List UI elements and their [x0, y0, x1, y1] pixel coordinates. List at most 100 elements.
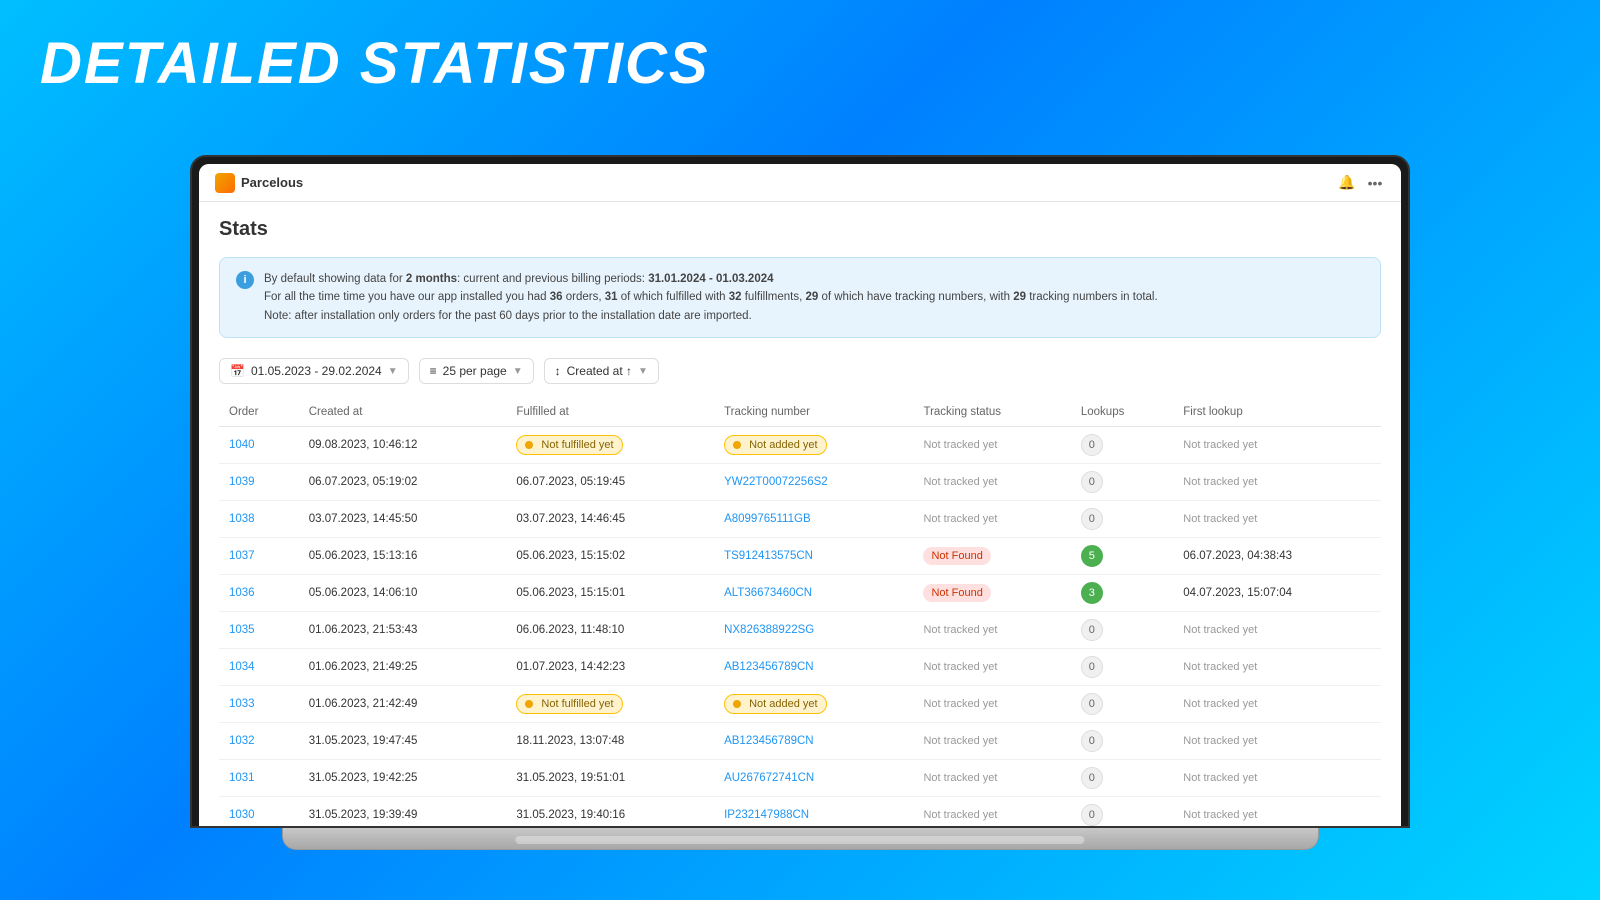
col-first-lookup: First lookup: [1173, 398, 1381, 427]
cell-first-lookup: Not tracked yet: [1173, 760, 1381, 797]
cell-lookups: 0: [1071, 686, 1173, 723]
bell-icon[interactable]: 🔔: [1337, 173, 1357, 193]
cell-fulfilled: 31.05.2023, 19:51:01: [506, 760, 714, 797]
tracking-link[interactable]: AB123456789CN: [724, 661, 814, 673]
cell-created: 31.05.2023, 19:39:49: [299, 797, 507, 826]
cell-created: 01.06.2023, 21:49:25: [299, 649, 507, 686]
cell-lookups: 3: [1071, 575, 1173, 612]
not-tracked-status: Not tracked yet: [923, 735, 997, 747]
first-lookup-not-tracked: Not tracked yet: [1183, 513, 1257, 525]
tracking-link[interactable]: YW22T00072256S2: [724, 476, 828, 488]
cell-fulfilled: 06.07.2023, 05:19:45: [506, 464, 714, 501]
table-header-row: Order Created at Fulfilled at Tracking n…: [219, 398, 1381, 427]
first-lookup-not-tracked: Not tracked yet: [1183, 809, 1257, 821]
not-added-badge: Not added yet: [724, 694, 827, 714]
more-icon[interactable]: •••: [1365, 173, 1385, 193]
tracking-link[interactable]: NX826388922SG: [724, 624, 814, 636]
sort-icon: ↕: [555, 364, 561, 378]
cell-created: 03.07.2023, 14:45:50: [299, 501, 507, 538]
cell-first-lookup: 06.07.2023, 04:38:43: [1173, 538, 1381, 575]
cell-first-lookup: Not tracked yet: [1173, 501, 1381, 538]
not-fulfilled-badge: Not fulfilled yet: [516, 435, 622, 455]
not-tracked-status: Not tracked yet: [923, 772, 997, 784]
first-lookup-not-tracked: Not tracked yet: [1183, 476, 1257, 488]
tracking-link[interactable]: A8099765111GB: [724, 513, 811, 525]
cell-tracking-number: AB123456789CN: [714, 723, 913, 760]
calendar-icon: 📅: [230, 364, 245, 378]
cell-fulfilled: 01.07.2023, 14:42:23: [506, 649, 714, 686]
cell-lookups: 0: [1071, 427, 1173, 464]
order-link[interactable]: 1037: [229, 550, 255, 562]
cell-first-lookup: Not tracked yet: [1173, 797, 1381, 826]
cell-first-lookup: Not tracked yet: [1173, 686, 1381, 723]
lookup-count: 0: [1081, 434, 1103, 456]
order-link[interactable]: 1035: [229, 624, 255, 636]
cell-created: 01.06.2023, 21:53:43: [299, 612, 507, 649]
tracking-link[interactable]: AB123456789CN: [724, 735, 814, 747]
not-tracked-status: Not tracked yet: [923, 698, 997, 710]
tracking-link[interactable]: ALT36673460CN: [724, 587, 812, 599]
lookup-count: 0: [1081, 619, 1103, 641]
cell-created: 09.08.2023, 10:46:12: [299, 427, 507, 464]
order-link[interactable]: 1040: [229, 439, 255, 451]
tracking-link[interactable]: AU267672741CN: [724, 772, 814, 784]
cell-tracking-status: Not tracked yet: [913, 464, 1070, 501]
cell-tracking-number: NX826388922SG: [714, 612, 913, 649]
per-page-label: 25 per page: [443, 364, 507, 378]
app-logo-icon: [215, 173, 235, 193]
order-link[interactable]: 1030: [229, 809, 255, 821]
table-row: 103031.05.2023, 19:39:4931.05.2023, 19:4…: [219, 797, 1381, 826]
cell-order: 1039: [219, 464, 299, 501]
date-range-label: 01.05.2023 - 29.02.2024: [251, 364, 382, 378]
cell-first-lookup: Not tracked yet: [1173, 427, 1381, 464]
chevron-down-icon-3: ▼: [638, 366, 648, 377]
order-link[interactable]: 1034: [229, 661, 255, 673]
order-link[interactable]: 1036: [229, 587, 255, 599]
laptop-mockup: Parcelous 🔔 ••• Stats i By default showi…: [190, 155, 1410, 850]
cell-fulfilled: Not fulfilled yet: [506, 686, 714, 723]
table-row: 103301.06.2023, 21:42:49Not fulfilled ye…: [219, 686, 1381, 723]
cell-lookups: 0: [1071, 464, 1173, 501]
cell-lookups: 0: [1071, 501, 1173, 538]
tracking-link[interactable]: IP232147988CN: [724, 809, 809, 821]
cell-tracking-number: Not added yet: [714, 427, 913, 464]
cell-lookups: 0: [1071, 612, 1173, 649]
order-link[interactable]: 1038: [229, 513, 255, 525]
laptop-stand: [282, 828, 1319, 850]
per-page-filter[interactable]: ≡ 25 per page ▼: [419, 358, 534, 384]
cell-tracking-status: Not tracked yet: [913, 760, 1070, 797]
cell-order: 1031: [219, 760, 299, 797]
order-link[interactable]: 1033: [229, 698, 255, 710]
cell-order: 1030: [219, 797, 299, 826]
cell-order: 1037: [219, 538, 299, 575]
lookup-count: 0: [1081, 471, 1103, 493]
tracking-link[interactable]: TS912413575CN: [724, 550, 813, 562]
table-row: 1037 05.06.2023, 15:13:1605.06.2023, 15:1…: [219, 538, 1381, 575]
cell-lookups: 5: [1071, 538, 1173, 575]
cell-first-lookup: Not tracked yet: [1173, 612, 1381, 649]
table-row: 103231.05.2023, 19:47:4518.11.2023, 13:0…: [219, 723, 1381, 760]
date-range-filter[interactable]: 📅 01.05.2023 - 29.02.2024 ▼: [219, 358, 409, 384]
cell-tracking-number: AU267672741CN: [714, 760, 913, 797]
lookup-count: 0: [1081, 767, 1103, 789]
cell-order: 1035: [219, 612, 299, 649]
not-found-badge: Not Found: [923, 547, 990, 565]
cell-order: 1032: [219, 723, 299, 760]
cell-tracking-number: TS912413575CN: [714, 538, 913, 575]
cell-created: 05.06.2023, 15:13:16: [299, 538, 507, 575]
sort-filter[interactable]: ↕ Created at ↑ ▼: [544, 358, 659, 384]
cell-fulfilled: 05.06.2023, 15:15:01: [506, 575, 714, 612]
not-tracked-status: Not tracked yet: [923, 513, 997, 525]
order-link[interactable]: 1039: [229, 476, 255, 488]
order-link[interactable]: 1031: [229, 772, 255, 784]
order-link[interactable]: 1032: [229, 735, 255, 747]
info-banner: i By default showing data for 2 months: …: [219, 257, 1381, 338]
lookup-count: 0: [1081, 693, 1103, 715]
cell-order: 1038: [219, 501, 299, 538]
cell-fulfilled: 05.06.2023, 15:15:02: [506, 538, 714, 575]
col-tracking-status: Tracking status: [913, 398, 1070, 427]
cell-tracking-number: AB123456789CN: [714, 649, 913, 686]
cell-tracking-status: Not tracked yet: [913, 501, 1070, 538]
not-tracked-status: Not tracked yet: [923, 661, 997, 673]
cell-tracking-status: Not tracked yet: [913, 612, 1070, 649]
